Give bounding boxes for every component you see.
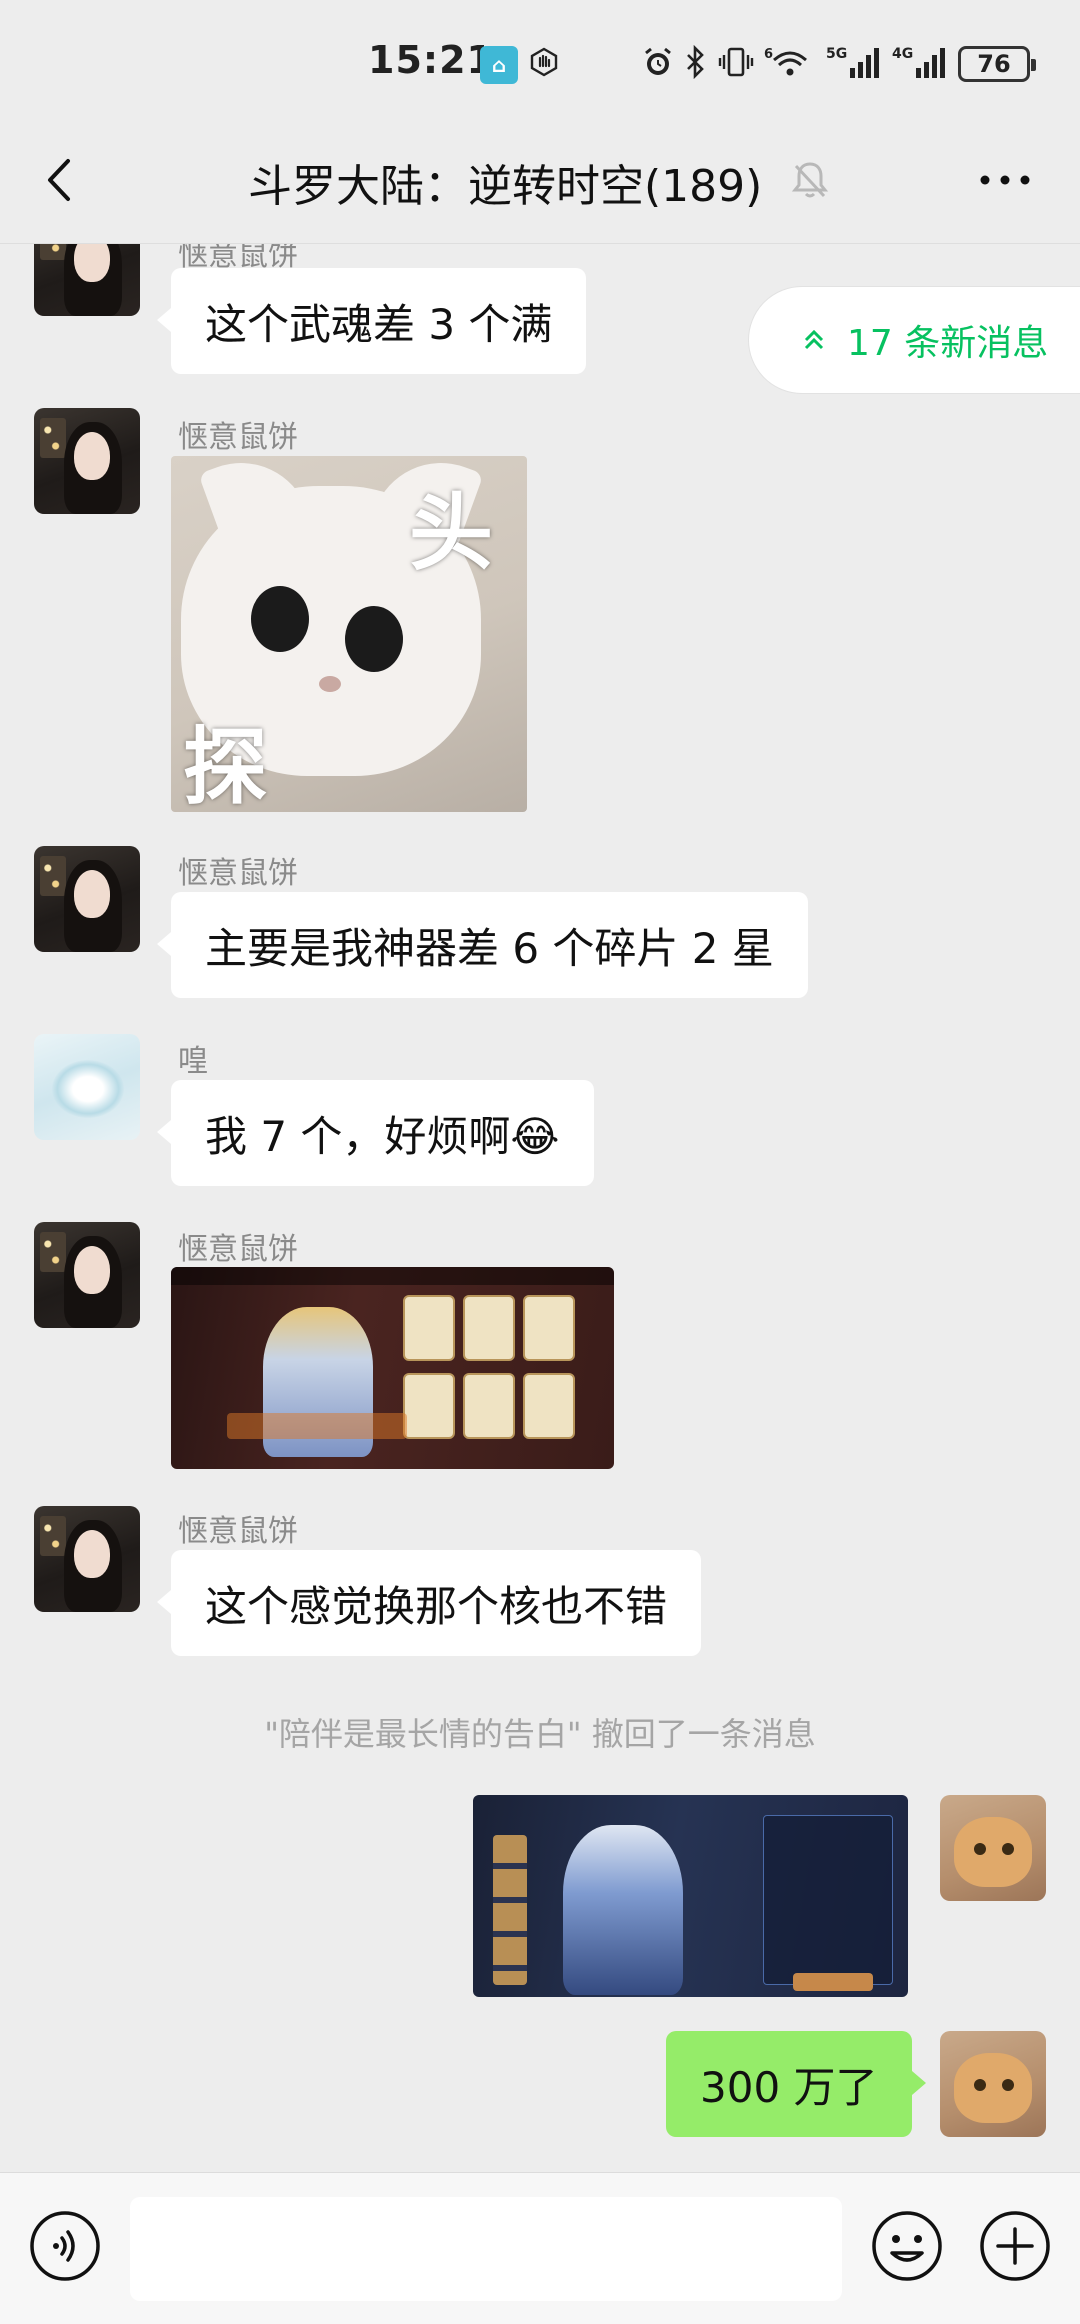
emoji-icon — [872, 2211, 942, 2281]
back-button[interactable] — [30, 150, 90, 210]
more-icon — [980, 175, 1030, 185]
message-bubble[interactable]: 主要是我神器差 6 个碎片 2 星 — [157, 892, 808, 998]
wifi-tag: 6 — [764, 47, 773, 62]
status-time: 15:21 — [368, 38, 494, 82]
chat-title: 斗罗大陆：逆转时空(189) — [248, 161, 763, 212]
avatar[interactable] — [34, 1506, 140, 1612]
bluetooth-icon — [684, 44, 708, 80]
input-bar — [0, 2172, 1080, 2324]
home-app-icon: ⌂ — [480, 46, 518, 84]
sticker-image[interactable]: 头 探 — [171, 456, 527, 812]
emoji-button[interactable] — [870, 2209, 944, 2283]
message-list[interactable]: 惬意鼠饼 这个武魂差 3 个满 惬意鼠饼 头 探 惬意鼠饼 主要是我神器差 6 … — [0, 244, 1080, 2172]
voice-button[interactable] — [28, 2209, 102, 2283]
image-message[interactable] — [171, 1267, 614, 1469]
message-bubble[interactable]: 这个武魂差 3 个满 — [156, 268, 587, 374]
message-bubble[interactable]: 我 7 个，好烦啊😂 — [157, 1080, 594, 1186]
more-functions-button[interactable] — [978, 2209, 1052, 2283]
my-avatar[interactable] — [940, 2031, 1046, 2137]
wifi-icon: 6 — [762, 44, 820, 80]
avatar[interactable] — [34, 1222, 140, 1328]
signal-5g-icon: 5G — [826, 44, 884, 80]
my-message-bubble[interactable]: 300 万了 — [666, 2031, 926, 2137]
nav-bar: 斗罗大陆：逆转时空(189) — [0, 120, 1080, 244]
double-chevron-up-icon — [801, 327, 831, 353]
sticker-caption-top: 头 — [409, 483, 494, 582]
sender-name: 喤 — [178, 1044, 208, 1079]
hand-icon — [526, 44, 562, 80]
new-messages-button[interactable]: 17 条新消息 — [748, 286, 1080, 394]
status-bar: 15:21 ⌂ 6 5G 4G 76 — [0, 0, 1080, 120]
battery-indicator: 76 — [958, 46, 1036, 82]
message-input[interactable] — [130, 2197, 842, 2301]
sticker-caption-bottom: 探 — [183, 717, 268, 812]
alarm-icon — [640, 44, 676, 80]
voice-icon — [30, 2211, 100, 2281]
message-bubble[interactable]: 这个感觉换那个核也不错 — [156, 1550, 702, 1656]
avatar[interactable] — [34, 244, 140, 316]
vibrate-icon — [716, 44, 756, 80]
sender-name: 惬意鼠饼 — [178, 856, 298, 891]
image-message[interactable] — [473, 1795, 908, 1997]
avatar[interactable] — [34, 846, 140, 952]
chat-screen: 15:21 ⌂ 6 5G 4G 76 斗罗大陆：逆转时空(189) 17 条新消… — [0, 0, 1080, 2324]
sender-name: 惬意鼠饼 — [178, 1232, 298, 1267]
avatar[interactable] — [34, 408, 140, 514]
sender-name: 惬意鼠饼 — [178, 420, 298, 455]
more-button[interactable] — [970, 150, 1040, 210]
system-notice: "陪伴是最长情的告白" 撤回了一条消息 — [264, 1715, 816, 1753]
signal-4g-label: 4G — [892, 46, 913, 62]
bell-off-icon — [788, 158, 832, 202]
plus-icon — [980, 2211, 1050, 2281]
signal-4g-icon: 4G — [892, 44, 950, 80]
my-avatar[interactable] — [940, 1795, 1046, 1901]
sender-name: 惬意鼠饼 — [178, 1514, 298, 1549]
avatar[interactable] — [34, 1034, 140, 1140]
signal-5g-label: 5G — [826, 46, 847, 62]
chevron-left-icon — [48, 159, 70, 201]
new-messages-label: 17 条新消息 — [847, 323, 1049, 364]
